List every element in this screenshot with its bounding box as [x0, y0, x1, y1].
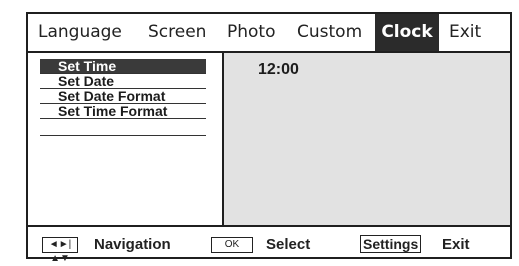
menu-item-set-date[interactable]: Set Date — [40, 74, 206, 89]
tab-screen[interactable]: Screen — [148, 14, 206, 51]
tab-language[interactable]: Language — [38, 14, 122, 51]
navigation-label: Navigation — [94, 236, 171, 253]
menu-item-set-time[interactable]: Set Time — [40, 59, 206, 74]
footer-help-bar: ◄►|▲▼ Navigation OK Select Settings Exit — [28, 225, 510, 264]
navigation-keys-icon: ◄►|▲▼ — [42, 237, 78, 264]
tab-bar: Language Screen Photo Custom Clock Exit — [28, 14, 510, 53]
settings-key-icon: Settings — [360, 235, 422, 253]
settings-panel: 12:00 — [224, 53, 510, 225]
select-label: Select — [266, 236, 311, 253]
tab-photo[interactable]: Photo — [227, 14, 276, 51]
submenu-list: Set Time Set Date Set Date Format Set Ti… — [28, 53, 224, 225]
osd-menu-window: Language Screen Photo Custom Clock Exit … — [26, 12, 512, 264]
exit-label: Exit — [442, 236, 470, 253]
ok-key-icon: OK — [211, 237, 253, 253]
menu-separator — [40, 135, 206, 136]
menu-item-set-time-format[interactable]: Set Time Format — [40, 104, 206, 119]
menu-item-set-date-format[interactable]: Set Date Format — [40, 89, 206, 104]
tab-clock[interactable]: Clock — [375, 14, 439, 51]
tab-custom[interactable]: Custom — [297, 14, 362, 51]
time-value[interactable]: 12:00 — [258, 61, 299, 79]
tab-exit[interactable]: Exit — [449, 14, 481, 51]
